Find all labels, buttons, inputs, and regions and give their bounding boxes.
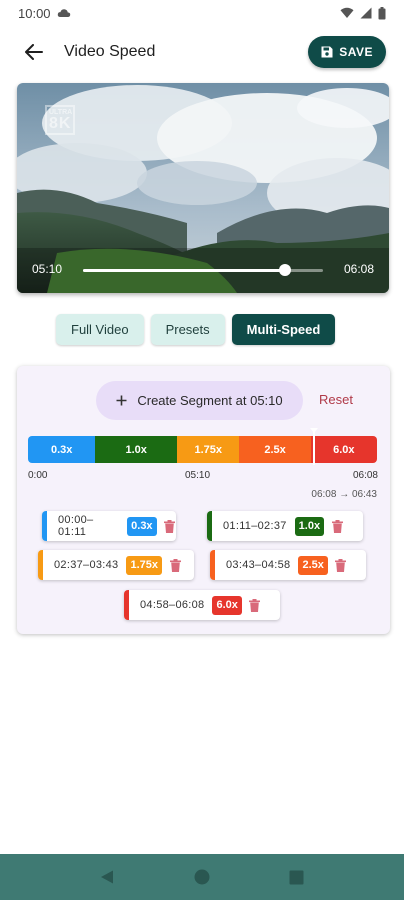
video-player[interactable]: ULTRA 8K 05:10 06:08	[17, 83, 389, 293]
save-label: SAVE	[339, 45, 373, 59]
seek-bar-thumb[interactable]	[279, 264, 292, 276]
timeline-segment[interactable]: 0.3x	[28, 436, 96, 463]
app-bar: Video Speed SAVE	[0, 30, 404, 74]
playhead-marker	[313, 432, 315, 465]
floppy-disk-icon	[321, 46, 333, 58]
status-right	[340, 6, 386, 20]
tab-presets[interactable]: Presets	[150, 314, 225, 345]
delete-segment-button[interactable]	[334, 557, 348, 573]
seek-bar-progress	[83, 269, 286, 272]
segment-chip[interactable]: 00:00–01:11 0.3x	[42, 511, 176, 541]
segment-range: 03:43–04:58	[226, 559, 291, 571]
nav-recents-button[interactable]	[285, 865, 309, 889]
triangle-back-icon	[101, 870, 114, 884]
duration-change-label: 06:08 → 06:43	[311, 489, 377, 500]
status-left: 10:00	[18, 6, 71, 21]
segment-chip[interactable]: 02:37–03:43 1.75x	[38, 550, 194, 580]
delete-segment-button[interactable]	[248, 597, 262, 613]
square-recents-icon	[289, 870, 304, 884]
save-button[interactable]: SAVE	[308, 36, 386, 68]
timeline-start-label: 0:00	[28, 470, 48, 481]
signal-icon	[360, 7, 372, 19]
delete-segment-button[interactable]	[168, 557, 182, 573]
create-segment-button[interactable]: Create Segment at 05:10	[96, 381, 303, 420]
nav-back-button[interactable]	[95, 865, 119, 889]
segment-range: 02:37–03:43	[54, 559, 119, 571]
segment-color-bar	[207, 511, 212, 541]
segment-range: 04:58–06:08	[140, 599, 205, 611]
segment-speed-badge: 1.0x	[294, 516, 325, 536]
segment-speed-badge: 6.0x	[212, 595, 242, 615]
battery-icon	[378, 6, 386, 19]
circle-home-icon	[194, 869, 210, 885]
timeline-segment[interactable]: 1.75x	[177, 436, 240, 463]
trash-icon	[335, 558, 347, 572]
segment-color-bar	[38, 550, 43, 580]
segment-speed-badge: 1.75x	[126, 555, 163, 575]
segment-range: 00:00–01:11	[58, 514, 94, 538]
wifi-icon	[340, 7, 354, 18]
tab-multi-speed[interactable]: Multi-Speed	[231, 314, 336, 345]
cloud-icon	[57, 9, 70, 17]
trash-icon	[249, 598, 261, 612]
timeline-segment[interactable]: 6.0x	[310, 436, 377, 463]
create-segment-label: Create Segment at 05:10	[137, 393, 283, 408]
nav-home-button[interactable]	[190, 865, 214, 889]
timeline-segment[interactable]: 1.0x	[95, 436, 177, 463]
timeline-current-label: 05:10	[185, 470, 211, 481]
back-button[interactable]	[18, 36, 50, 68]
segment-chip[interactable]: 01:11–02:37 1.0x	[207, 511, 363, 541]
segment-chip[interactable]: 04:58–06:08 6.0x	[124, 590, 280, 620]
multi-speed-card: Create Segment at 05:10 Reset 0.3x 1.0x 1.…	[17, 366, 390, 634]
segment-color-bar	[42, 511, 47, 541]
segment-color-bar	[210, 550, 215, 580]
mode-tabs: Full Video Presets Multi-Speed	[56, 314, 336, 345]
current-time: 05:10	[32, 262, 63, 276]
system-nav-bar	[0, 854, 404, 900]
segment-chip[interactable]: 03:43–04:58 2.5x	[210, 550, 366, 580]
segment-speed-badge: 0.3x	[127, 516, 157, 536]
page-title: Video Speed	[64, 43, 156, 60]
status-time: 10:00	[18, 5, 51, 21]
trash-icon	[163, 519, 175, 533]
segment-speed-badge: 2.5x	[298, 555, 328, 575]
status-bar: 10:00	[0, 0, 404, 26]
segment-color-bar	[124, 590, 129, 620]
segment-range: 01:11–02:37	[223, 520, 287, 532]
segment-timeline: 0.3x 1.0x 1.75x 2.5x 6.0x	[28, 436, 377, 463]
delete-segment-button[interactable]	[330, 518, 344, 534]
plus-icon	[116, 395, 127, 406]
timeline-end-label: 06:08	[352, 470, 378, 481]
trash-icon	[331, 519, 343, 533]
tab-full-video[interactable]: Full Video	[56, 314, 144, 345]
arrow-left-icon	[25, 44, 43, 60]
video-watermark-logo: ULTRA 8K	[45, 105, 75, 135]
total-time: 06:08	[343, 262, 374, 276]
delete-segment-button[interactable]	[163, 518, 176, 534]
watermark-line2: 8K	[49, 115, 72, 132]
reset-button[interactable]: Reset	[319, 392, 353, 407]
playhead-marker-tip	[310, 428, 318, 433]
seek-bar[interactable]	[83, 264, 323, 276]
trash-icon	[169, 558, 181, 572]
timeline-segment[interactable]: 2.5x	[239, 436, 311, 463]
